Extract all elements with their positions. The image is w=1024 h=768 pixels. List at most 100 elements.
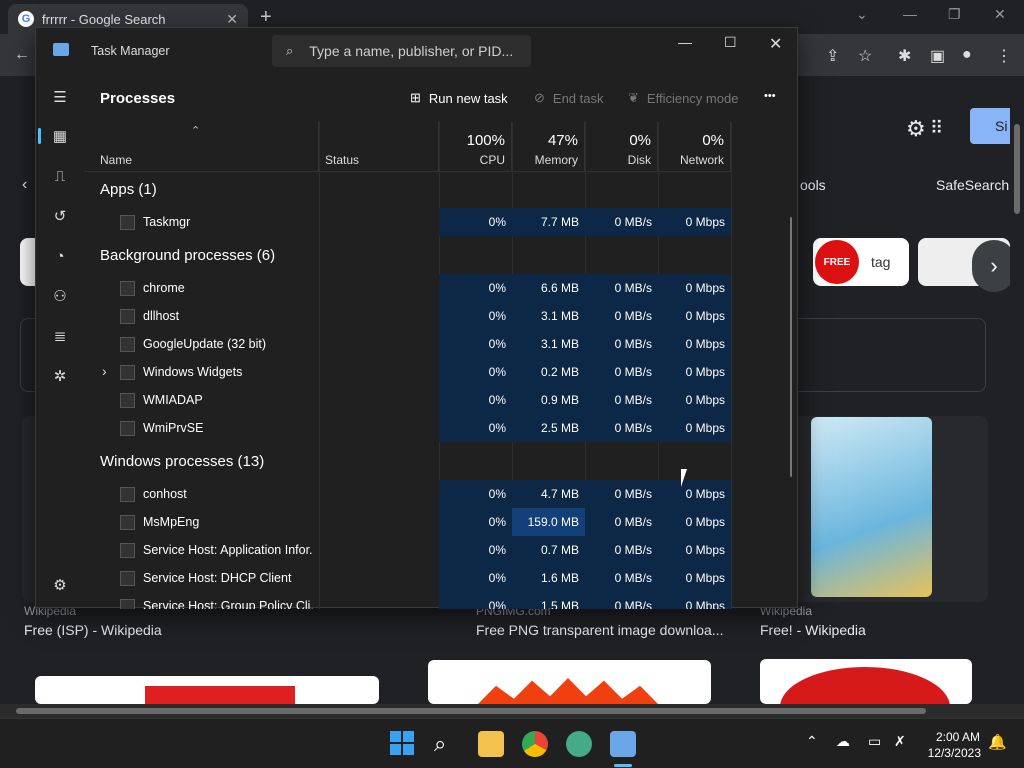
col-status-header[interactable]: Status (319, 122, 439, 172)
process-mem: 6.6 MB (512, 274, 585, 302)
onedrive-icon[interactable]: ☁ (836, 733, 850, 750)
process-cpu: 0% (439, 480, 512, 508)
tm-search-input[interactable]: ⌕ Type a name, publisher, or PID... (272, 35, 531, 67)
tm-scrollbar[interactable] (790, 217, 792, 477)
start-button[interactable] (390, 731, 416, 757)
app-history-nav-icon[interactable]: ↺ (49, 205, 71, 227)
bookmark-star-icon[interactable]: ☆ (858, 46, 872, 66)
restore-button[interactable]: ❐ (948, 6, 961, 23)
tm-maximize-button[interactable]: ☐ (724, 34, 737, 51)
result3-title[interactable]: Free! - Wikipedia (760, 622, 866, 638)
services-nav-icon[interactable]: ✲ (49, 365, 71, 387)
startup-apps-nav-icon[interactable]: ◔ (49, 245, 71, 267)
process-row[interactable]: GoogleUpdate (32 bit) 0% 3.1 MB 0 MB/s 0 Mbp… (84, 330, 799, 358)
expand-chevron-icon[interactable]: › (102, 363, 107, 379)
search-taskbar-icon[interactable]: ⌕ (434, 731, 460, 757)
share-icon[interactable]: ⇪ (826, 46, 839, 66)
process-row[interactable]: chrome 0% 6.6 MB 0 MB/s 0 Mbps (84, 274, 799, 302)
process-row[interactable]: dllhost 0% 3.1 MB 0 MB/s 0 Mbps (84, 302, 799, 330)
col-network-header[interactable]: 0% Network (658, 122, 731, 172)
process-name: WMIADAP (143, 393, 203, 407)
show-hidden-icons[interactable]: ⌃ (806, 733, 818, 750)
process-disk: 0 MB/s (585, 414, 658, 442)
users-nav-icon[interactable]: ⚇ (49, 285, 71, 307)
anime-image-thumbnail[interactable] (811, 417, 932, 597)
process-cpu: 0% (439, 386, 512, 414)
processes-nav-icon[interactable]: ▦ (49, 125, 71, 147)
minimize-button[interactable]: — (903, 6, 917, 22)
notification-bell-icon[interactable]: 🔔 (988, 733, 1007, 751)
process-icon (120, 215, 135, 230)
process-mem: 7.7 MB (512, 208, 585, 236)
image-thumb-1[interactable] (35, 676, 379, 704)
tab-search-icon[interactable]: ⌄ (856, 6, 868, 23)
process-mem: 159.0 MB (512, 508, 585, 536)
efficiency-mode-label: Efficiency mode (646, 90, 739, 106)
group-header-background[interactable]: Background processes (6) (84, 238, 799, 274)
sidepanel-icon[interactable]: ▣ (930, 46, 945, 66)
chevron-left-icon[interactable]: ‹ (22, 176, 27, 194)
settings-icon[interactable]: ⚙ (49, 574, 71, 596)
run-new-task-button[interactable]: ⊞ Run new task (410, 90, 508, 106)
image-thumb-2[interactable] (428, 660, 711, 704)
more-options-icon[interactable]: ••• (764, 90, 776, 102)
process-disk: 0 MB/s (585, 536, 658, 564)
chip-free-tag[interactable]: FREE tag (813, 238, 909, 286)
windows-taskbar: ⌕ ⌃ ☁ ▭ ✗ 2:00 AM 12/3/2023 🔔 (0, 718, 1024, 768)
process-row[interactable]: Service Host: Group Policy Cli... 0% 1.5 M… (84, 592, 799, 609)
hamburger-menu-icon[interactable]: ☰ (49, 86, 71, 108)
tm-minimize-button[interactable]: — (678, 34, 692, 50)
tab-close-icon[interactable]: ✕ (226, 11, 238, 28)
chrome-taskbar-icon[interactable] (522, 731, 548, 757)
tm-close-button[interactable]: ✕ (769, 34, 782, 54)
volume-muted-icon[interactable]: ✗ (894, 733, 906, 750)
cpu-total: 100% (466, 132, 505, 149)
network-icon[interactable]: ▭ (868, 733, 881, 750)
clock-date[interactable]: 12/3/2023 (921, 746, 981, 760)
new-tab-button[interactable]: + (260, 6, 272, 29)
process-row[interactable]: WmiPrvSE 0% 2.5 MB 0 MB/s 0 Mbps (84, 414, 799, 442)
chip-partial[interactable] (20, 238, 36, 286)
app-taskbar-icon[interactable] (566, 731, 592, 757)
process-row[interactable]: WMIADAP 0% 0.9 MB 0 MB/s 0 Mbps (84, 386, 799, 414)
chrome-menu-icon[interactable]: ⋮ (996, 46, 1012, 66)
process-row[interactable]: Service Host: Application Infor... 0% 0.7 … (84, 536, 799, 564)
details-nav-icon[interactable]: ≣ (49, 325, 71, 347)
image-thumb-3[interactable] (760, 659, 972, 704)
process-net: 0 Mbps (658, 302, 731, 330)
process-row[interactable]: › Windows Widgets 0% 0.2 MB 0 MB/s 0 Mbps (84, 358, 799, 386)
task-manager-taskbar-icon[interactable] (610, 731, 636, 757)
process-net: 0 Mbps (658, 358, 731, 386)
performance-nav-icon[interactable]: ⎍ (49, 165, 71, 187)
end-task-button[interactable]: ⊘ End task (534, 90, 604, 106)
process-row[interactable]: Service Host: DHCP Client 0% 1.6 MB 0 MB/s 0… (84, 564, 799, 592)
apps-grid-icon[interactable]: ⠿ (930, 118, 943, 139)
process-row[interactable]: Taskmgr 0% 7.7 MB 0 MB/s 0 Mbps (84, 208, 799, 236)
profile-icon[interactable]: ● (962, 46, 972, 64)
result1-title[interactable]: Free (ISP) - Wikipedia (24, 622, 162, 638)
back-icon[interactable]: ← (14, 46, 30, 64)
settings-gear-icon[interactable]: ⚙ (906, 116, 926, 142)
vertical-scrollbar[interactable] (1010, 76, 1024, 704)
process-row[interactable]: MsMpEng 0% 159.0 MB 0 MB/s 0 Mbps (84, 508, 799, 536)
col-status-label: Status (325, 153, 360, 167)
col-disk-header[interactable]: 0% Disk (585, 122, 658, 172)
process-mem: 3.1 MB (512, 302, 585, 330)
clock-time[interactable]: 2:00 AM (930, 730, 980, 744)
tools-link[interactable]: ools (800, 177, 826, 193)
extensions-icon[interactable]: ✱ (898, 46, 911, 66)
result2-title[interactable]: Free PNG transparent image downloa... (476, 622, 723, 638)
col-memory-header[interactable]: 47% Memory (512, 122, 585, 172)
process-cpu: 0% (439, 208, 512, 236)
file-explorer-icon[interactable] (478, 731, 504, 757)
chip-free-image: FREE (815, 240, 859, 284)
horizontal-scrollbar[interactable] (0, 704, 1024, 718)
col-name-label: Name (100, 153, 133, 167)
task-manager-app-icon (53, 43, 69, 56)
close-window-button[interactable]: ✕ (994, 6, 1006, 23)
col-cpu-header[interactable]: 100% CPU (439, 122, 512, 172)
group-header-apps[interactable]: Apps (1) (84, 172, 799, 208)
safesearch-link[interactable]: SafeSearch (936, 177, 1009, 193)
col-name-header[interactable]: ⌃ Name (84, 122, 319, 172)
efficiency-mode-button[interactable]: ❦ Efficiency mode (628, 90, 738, 106)
